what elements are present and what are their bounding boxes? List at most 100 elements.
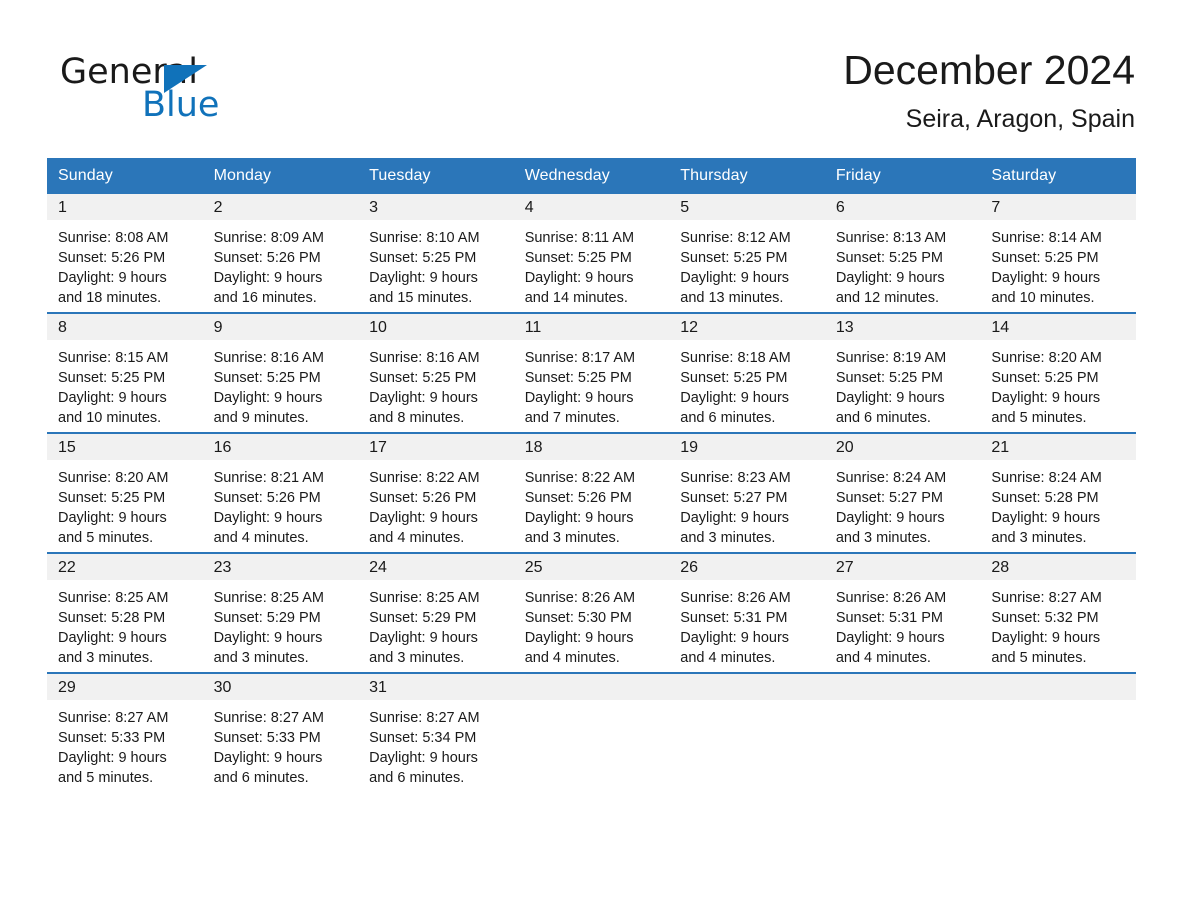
logo-text-blue: Blue <box>142 85 220 125</box>
day-number: 31 <box>358 674 514 700</box>
sunrise-text: Sunrise: 8:16 AM <box>369 350 480 366</box>
page-subtitle: Seira, Aragon, Spain <box>905 105 1135 133</box>
day-details: Sunrise: 8:20 AM Sunset: 5:25 PM Daylight:… <box>980 340 1136 428</box>
daylight-text-line2: and 4 minutes. <box>213 530 309 547</box>
day-number <box>980 674 1136 700</box>
day-number: 16 <box>202 434 359 460</box>
daylight-text-line1: Daylight: 9 hours <box>680 510 790 527</box>
day-cell[interactable]: 11 Sunrise: 8:17 AM Sunset: 5:25 PM Dayligh… <box>513 312 670 433</box>
day-cell[interactable]: 19 Sunrise: 8:23 AM Sunset: 5:27 PM Dayligh… <box>669 432 825 553</box>
daylight-text-line1: Daylight: 9 hours <box>213 390 323 407</box>
week-row: 29 Sunrise: 8:27 AM Sunset: 5:33 PM Dayligh… <box>47 672 1136 786</box>
day-cell[interactable]: 20 Sunrise: 8:24 AM Sunset: 5:27 PM Dayligh… <box>824 432 981 553</box>
day-details: Sunrise: 8:15 AM Sunset: 5:25 PM Daylight:… <box>47 340 203 428</box>
daylight-text-line1: Daylight: 9 hours <box>524 390 634 407</box>
day-details: Sunrise: 8:09 AM Sunset: 5:26 PM Daylight:… <box>203 220 359 308</box>
day-cell[interactable]: 12 Sunrise: 8:18 AM Sunset: 5:25 PM Dayligh… <box>669 312 825 433</box>
daylight-text-line2: and 3 minutes. <box>991 530 1087 547</box>
day-cell[interactable]: 10 Sunrise: 8:16 AM Sunset: 5:25 PM Dayligh… <box>358 312 514 433</box>
day-cell[interactable]: 30 Sunrise: 8:27 AM Sunset: 5:33 PM Dayligh… <box>202 672 359 786</box>
sunset-text: Sunset: 5:25 PM <box>991 250 1099 267</box>
day-cell[interactable]: 16 Sunrise: 8:21 AM Sunset: 5:26 PM Dayligh… <box>202 432 359 553</box>
daylight-text-line2: and 5 minutes. <box>991 650 1087 667</box>
day-cell[interactable]: 9 Sunrise: 8:16 AM Sunset: 5:25 PM Daylight… <box>202 312 359 433</box>
sunrise-text: Sunrise: 8:26 AM <box>835 590 947 606</box>
day-details <box>980 700 1136 708</box>
day-cell[interactable]: 29 Sunrise: 8:27 AM Sunset: 5:33 PM Dayligh… <box>47 672 203 786</box>
day-cell[interactable]: 8 Sunrise: 8:15 AM Sunset: 5:25 PM Daylight… <box>47 312 203 433</box>
day-cell[interactable]: 18 Sunrise: 8:22 AM Sunset: 5:26 PM Dayligh… <box>513 432 670 553</box>
day-details: Sunrise: 8:13 AM Sunset: 5:25 PM Daylight:… <box>825 220 981 308</box>
sunset-text: Sunset: 5:27 PM <box>680 490 788 507</box>
sunset-text: Sunset: 5:25 PM <box>991 370 1099 387</box>
sunset-text: Sunset: 5:26 PM <box>213 490 321 507</box>
day-cell[interactable]: 7 Sunrise: 8:14 AM Sunset: 5:25 PM Daylight… <box>980 194 1136 313</box>
day-cell[interactable]: 17 Sunrise: 8:22 AM Sunset: 5:26 PM Dayligh… <box>358 432 514 553</box>
calendar-body: 1 Sunrise: 8:08 AM Sunset: 5:26 PM Daylight… <box>47 194 1136 786</box>
day-cell[interactable]: 28 Sunrise: 8:27 AM Sunset: 5:32 PM Dayligh… <box>980 552 1136 673</box>
sunset-text: Sunset: 5:28 PM <box>991 490 1099 507</box>
day-cell[interactable]: 3 Sunrise: 8:10 AM Sunset: 5:25 PM Daylight… <box>358 194 514 313</box>
day-number: 30 <box>202 674 359 700</box>
day-details: Sunrise: 8:22 AM Sunset: 5:26 PM Daylight:… <box>358 460 514 548</box>
day-cell[interactable]: 14 Sunrise: 8:20 AM Sunset: 5:25 PM Dayligh… <box>980 312 1136 433</box>
day-cell[interactable]: 23 Sunrise: 8:25 AM Sunset: 5:29 PM Dayligh… <box>202 552 359 673</box>
sunrise-text: Sunrise: 8:19 AM <box>835 350 947 366</box>
day-number: 22 <box>47 554 203 580</box>
day-cell[interactable]: 4 Sunrise: 8:11 AM Sunset: 5:25 PM Daylight… <box>513 194 670 313</box>
daylight-text-line1: Daylight: 9 hours <box>213 510 323 527</box>
daylight-text-line2: and 14 minutes. <box>524 290 628 307</box>
calendar-header-row: Sunday Monday Tuesday Wednesday Thursday… <box>47 158 1136 194</box>
daylight-text-line2: and 3 minutes. <box>680 530 776 547</box>
daylight-text-line2: and 10 minutes. <box>58 410 162 427</box>
sunrise-text: Sunrise: 8:16 AM <box>213 350 324 366</box>
day-cell[interactable]: 15 Sunrise: 8:20 AM Sunset: 5:25 PM Dayligh… <box>47 432 203 553</box>
day-details: Sunrise: 8:12 AM Sunset: 5:25 PM Daylight:… <box>669 220 825 308</box>
day-details: Sunrise: 8:08 AM Sunset: 5:26 PM Daylight:… <box>47 220 203 308</box>
daylight-text-line1: Daylight: 9 hours <box>369 510 478 527</box>
daylight-text-line1: Daylight: 9 hours <box>369 750 478 767</box>
day-cell[interactable]: 27 Sunrise: 8:26 AM Sunset: 5:31 PM Dayligh… <box>824 552 981 673</box>
day-cell-empty <box>669 672 825 784</box>
daylight-text-line1: Daylight: 9 hours <box>58 750 167 767</box>
sunrise-text: Sunrise: 8:20 AM <box>991 350 1102 366</box>
day-cell[interactable]: 5 Sunrise: 8:12 AM Sunset: 5:25 PM Daylight… <box>669 194 825 313</box>
daylight-text-line2: and 6 minutes. <box>835 410 931 427</box>
sunset-text: Sunset: 5:25 PM <box>835 370 944 387</box>
daylight-text-line2: and 18 minutes. <box>58 290 162 307</box>
daylight-text-line1: Daylight: 9 hours <box>680 630 790 647</box>
sunset-text: Sunset: 5:30 PM <box>524 610 632 627</box>
sunrise-text: Sunrise: 8:24 AM <box>835 470 947 486</box>
day-cell[interactable]: 31 Sunrise: 8:27 AM Sunset: 5:34 PM Dayligh… <box>358 672 514 786</box>
day-cell[interactable]: 21 Sunrise: 8:24 AM Sunset: 5:28 PM Dayligh… <box>980 432 1136 553</box>
title-block: December 2024 Seira, Aragon, Spain <box>843 44 1135 134</box>
day-details: Sunrise: 8:17 AM Sunset: 5:25 PM Daylight:… <box>514 340 670 428</box>
sunset-text: Sunset: 5:28 PM <box>58 610 166 627</box>
day-number: 5 <box>669 194 825 220</box>
day-cell[interactable]: 6 Sunrise: 8:13 AM Sunset: 5:25 PM Daylight… <box>824 194 981 313</box>
day-number <box>669 674 825 700</box>
daylight-text-line1: Daylight: 9 hours <box>680 270 790 287</box>
day-details <box>825 700 981 708</box>
daylight-text-line1: Daylight: 9 hours <box>524 270 634 287</box>
day-cell[interactable]: 1 Sunrise: 8:08 AM Sunset: 5:26 PM Daylight… <box>47 194 203 313</box>
daylight-text-line2: and 9 minutes. <box>213 410 309 427</box>
daylight-text-line1: Daylight: 9 hours <box>991 510 1101 527</box>
daylight-text-line1: Daylight: 9 hours <box>58 510 167 527</box>
daylight-text-line2: and 5 minutes. <box>58 530 154 547</box>
sunrise-text: Sunrise: 8:22 AM <box>524 470 636 486</box>
day-cell[interactable]: 22 Sunrise: 8:25 AM Sunset: 5:28 PM Dayligh… <box>47 552 203 673</box>
sunset-text: Sunset: 5:26 PM <box>58 250 166 267</box>
day-cell[interactable]: 26 Sunrise: 8:26 AM Sunset: 5:31 PM Dayligh… <box>669 552 825 673</box>
day-cell[interactable]: 24 Sunrise: 8:25 AM Sunset: 5:29 PM Dayligh… <box>358 552 514 673</box>
day-number <box>824 674 981 700</box>
day-cell[interactable]: 2 Sunrise: 8:09 AM Sunset: 5:26 PM Daylight… <box>202 194 359 313</box>
day-cell[interactable]: 13 Sunrise: 8:19 AM Sunset: 5:25 PM Dayligh… <box>824 312 981 433</box>
day-number: 23 <box>202 554 359 580</box>
day-cell[interactable]: 25 Sunrise: 8:26 AM Sunset: 5:30 PM Dayligh… <box>513 552 670 673</box>
day-details: Sunrise: 8:25 AM Sunset: 5:29 PM Daylight:… <box>203 580 359 668</box>
sunset-text: Sunset: 5:26 PM <box>213 250 321 267</box>
daylight-text-line1: Daylight: 9 hours <box>524 510 634 527</box>
sunset-text: Sunset: 5:25 PM <box>835 250 944 267</box>
daylight-text-line2: and 3 minutes. <box>369 650 465 667</box>
